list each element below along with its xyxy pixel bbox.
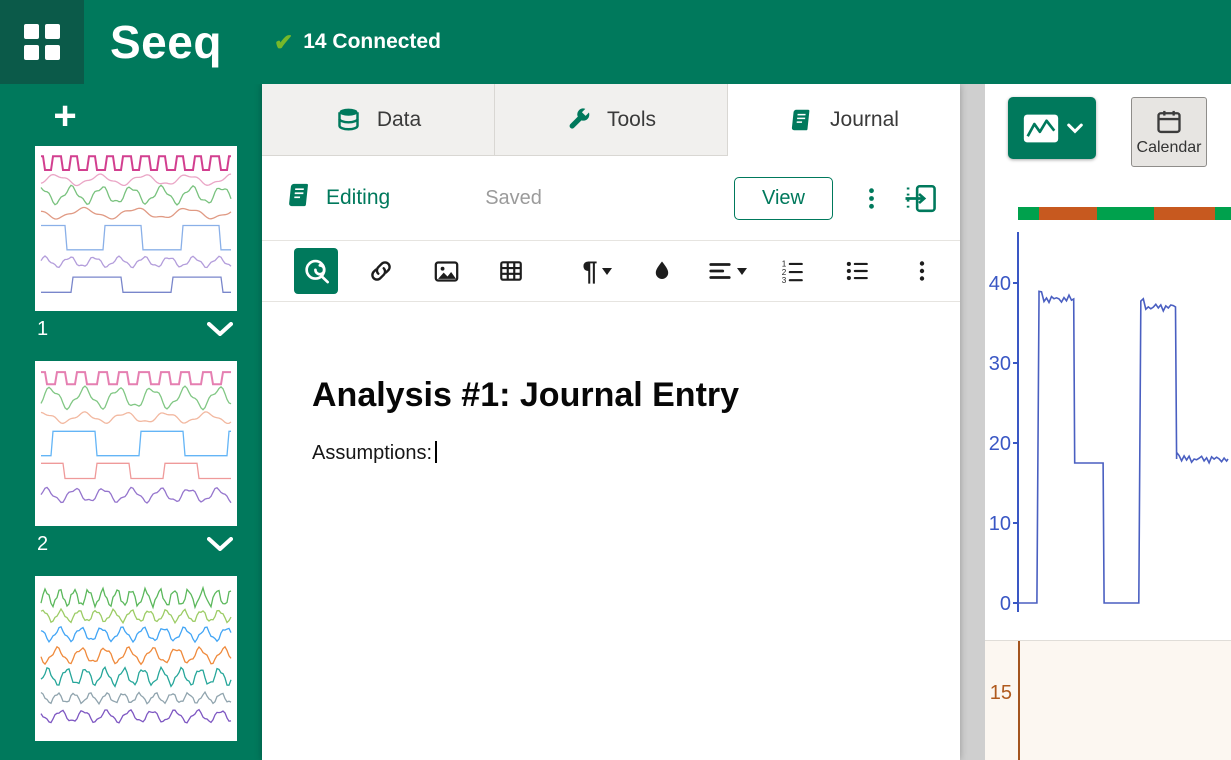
tab-label: Data xyxy=(377,108,421,132)
main-panel: Data Tools Journal Editing Saved View xyxy=(262,84,960,760)
grid-icon xyxy=(24,24,39,39)
link-button[interactable] xyxy=(359,248,403,294)
align-button[interactable] xyxy=(705,248,749,294)
worksheet-2-preview-chart xyxy=(35,361,237,526)
display-pane-toolbar: Calendar xyxy=(985,84,1231,193)
svg-text:40: 40 xyxy=(989,273,1011,295)
secondary-trend-chart[interactable]: 15 xyxy=(985,640,1231,760)
add-worksheet-button[interactable]: + xyxy=(48,96,82,136)
journal-menu-kebab-icon[interactable] xyxy=(859,186,884,211)
worksheet-3-preview-chart xyxy=(35,576,237,741)
panel-tabs: Data Tools Journal xyxy=(262,84,960,156)
worksheet-thumbnail-1[interactable] xyxy=(35,146,237,311)
y-axis-line xyxy=(1018,641,1020,760)
seeq-logo[interactable]: Seeq xyxy=(110,19,222,65)
worksheet-sidebar: + 1 2 xyxy=(0,84,262,760)
check-icon: ✔ xyxy=(274,31,293,54)
calendar-button[interactable]: Calendar xyxy=(1131,97,1207,167)
worksheet-number: 2 xyxy=(35,533,48,556)
svg-text:20: 20 xyxy=(989,433,1011,455)
insert-image-button[interactable] xyxy=(424,248,468,294)
database-icon xyxy=(335,106,362,133)
journal-icon xyxy=(286,181,314,215)
chevron-down-icon[interactable] xyxy=(207,537,237,551)
y-axis-tick-label: 15 xyxy=(985,682,1012,705)
app-grid-button[interactable] xyxy=(0,0,84,84)
view-button[interactable]: View xyxy=(734,177,833,220)
calendar-icon xyxy=(1155,108,1183,136)
link-icon xyxy=(368,258,394,284)
editing-mode-indicator[interactable]: Editing xyxy=(286,181,390,215)
image-icon xyxy=(433,258,460,285)
tab-tools[interactable]: Tools xyxy=(495,84,728,156)
editing-label: Editing xyxy=(326,186,390,210)
saved-status: Saved xyxy=(485,187,542,210)
svg-text:30: 30 xyxy=(989,353,1011,375)
insert-seeq-link-button[interactable] xyxy=(294,248,338,294)
paragraph-style-button[interactable]: ¶ xyxy=(575,248,619,294)
bullet-list-icon xyxy=(844,258,870,284)
worksheet-label-row-2: 2 xyxy=(35,526,237,562)
text-cursor xyxy=(435,441,437,463)
line-chart-icon xyxy=(1022,113,1060,144)
trend-chart[interactable]: 40 30 20 10 0 xyxy=(985,220,1231,640)
calendar-button-label: Calendar xyxy=(1137,139,1202,157)
align-left-icon xyxy=(707,258,733,284)
trend-view-button[interactable] xyxy=(1008,97,1096,159)
journal-editor-toolbar: ¶ 123 xyxy=(262,240,960,302)
worksheet-1-preview-chart xyxy=(35,146,237,311)
toolbar-kebab-icon[interactable] xyxy=(900,248,944,294)
capsule-segment[interactable] xyxy=(1039,207,1097,220)
table-icon xyxy=(498,258,524,284)
journal-editor[interactable]: Analysis #1: Journal Entry Assumptions: xyxy=(262,302,960,760)
tab-journal[interactable]: Journal xyxy=(728,84,960,156)
popout-icon[interactable] xyxy=(904,183,938,214)
journal-body-text: Assumptions: xyxy=(312,442,432,464)
worksheet-thumbnail-2[interactable] xyxy=(35,361,237,526)
chevron-down-icon xyxy=(1067,123,1083,134)
worksheet-label-row-1: 1 xyxy=(35,311,237,347)
tab-label: Tools xyxy=(607,108,656,132)
connection-status-label: 14 Connected xyxy=(303,30,441,54)
topbar: Seeq ✔ 14 Connected xyxy=(0,0,1231,84)
capsule-segment[interactable] xyxy=(1154,207,1215,220)
droplet-icon xyxy=(650,259,674,283)
pilcrow-icon: ¶ xyxy=(582,258,597,285)
condition-capsule-bar[interactable] xyxy=(1018,207,1231,220)
text-color-button[interactable] xyxy=(640,248,684,294)
journal-title: Analysis #1: Journal Entry xyxy=(312,376,910,415)
worksheet-thumbnail-3[interactable] xyxy=(35,576,237,741)
wrench-icon xyxy=(566,107,592,133)
caret-down-icon xyxy=(602,268,612,275)
tab-data[interactable]: Data xyxy=(262,84,495,156)
insert-table-button[interactable] xyxy=(489,248,533,294)
chevron-down-icon[interactable] xyxy=(207,322,237,336)
numbered-list-icon: 123 xyxy=(779,258,805,284)
connection-status[interactable]: ✔ 14 Connected xyxy=(274,30,441,54)
svg-text:0: 0 xyxy=(1000,593,1011,615)
seeq-spiral-icon xyxy=(302,257,330,285)
journal-icon xyxy=(789,107,815,133)
display-pane: Calendar 40 30 20 10 0 15 xyxy=(985,84,1231,760)
journal-header-bar: Editing Saved View xyxy=(262,156,960,240)
caret-down-icon xyxy=(737,268,747,275)
numbered-list-button[interactable]: 123 xyxy=(770,248,814,294)
svg-text:3: 3 xyxy=(782,276,787,284)
svg-text:10: 10 xyxy=(989,513,1011,535)
worksheet-number: 1 xyxy=(35,318,48,341)
trend-chart-svg: 40 30 20 10 0 xyxy=(985,220,1231,640)
bullet-list-button[interactable] xyxy=(835,248,879,294)
tab-label: Journal xyxy=(830,108,899,132)
